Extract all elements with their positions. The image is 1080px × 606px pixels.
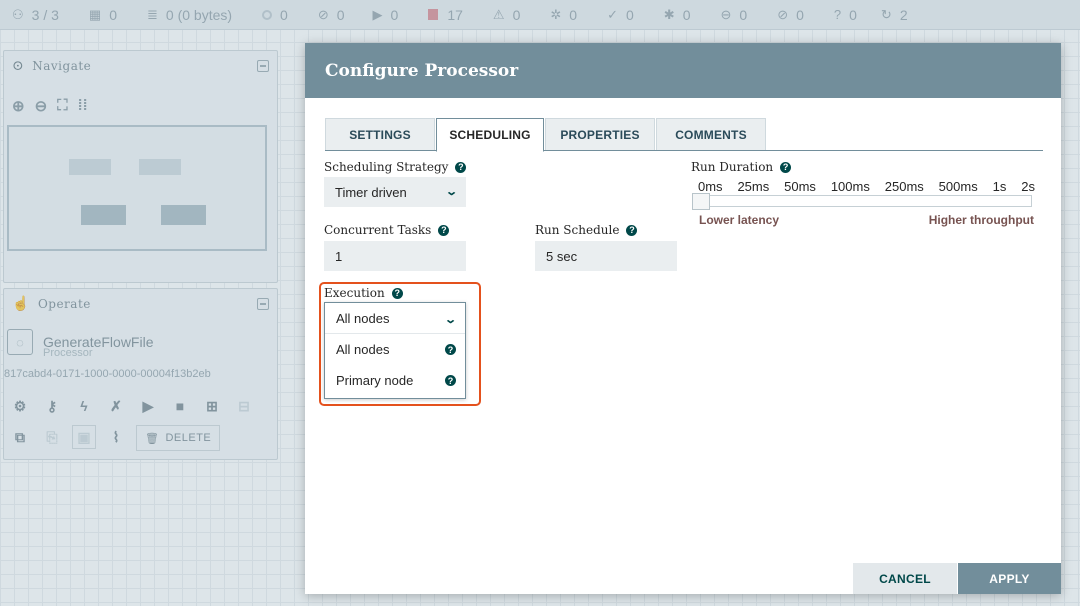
run-duration-tick: 50ms bbox=[784, 179, 816, 194]
run-duration-tick: 250ms bbox=[884, 179, 924, 194]
dialog-tabs: SETTINGS SCHEDULING PROPERTIES COMMENTS bbox=[325, 118, 1043, 152]
tab-properties[interactable]: PROPERTIES bbox=[545, 118, 655, 150]
run-duration-tick: 2s bbox=[1021, 179, 1035, 194]
concurrent-tasks-input[interactable]: 1 bbox=[324, 241, 466, 271]
help-icon[interactable]: ? bbox=[445, 375, 456, 386]
concurrent-tasks-label: Concurrent Tasks? bbox=[324, 223, 450, 237]
run-duration-slider[interactable] bbox=[692, 195, 1032, 207]
run-schedule-input[interactable]: 5 sec bbox=[535, 241, 677, 271]
run-duration-tick: 0ms bbox=[698, 179, 723, 194]
run-duration-tick: 100ms bbox=[830, 179, 870, 194]
scheduling-strategy-select[interactable]: Timer driven ⌄ bbox=[324, 177, 466, 207]
run-duration-label: Run Duration? bbox=[691, 160, 792, 174]
help-icon[interactable]: ? bbox=[438, 224, 450, 236]
help-icon[interactable]: ? bbox=[455, 161, 467, 173]
help-icon[interactable]: ? bbox=[780, 161, 792, 173]
help-icon[interactable]: ? bbox=[626, 224, 638, 236]
execution-option-primary-node[interactable]: Primary node ? bbox=[325, 365, 465, 396]
execution-dropdown[interactable]: All nodes ⌄ All nodes ? Primary node ? bbox=[324, 302, 466, 399]
higher-throughput-label: Higher throughput bbox=[928, 213, 1034, 227]
execution-option-all-nodes[interactable]: All nodes ? bbox=[325, 334, 465, 365]
scheduling-strategy-label: Scheduling Strategy? bbox=[324, 160, 467, 174]
dialog-title: Configure Processor bbox=[305, 43, 1061, 98]
run-duration-tick: 25ms bbox=[737, 179, 770, 194]
execution-label: Execution? bbox=[324, 286, 403, 300]
tab-settings[interactable]: SETTINGS bbox=[325, 118, 435, 150]
configure-processor-dialog: Configure Processor SETTINGS SCHEDULING … bbox=[305, 43, 1061, 594]
run-duration-tick: 500ms bbox=[938, 179, 978, 194]
run-duration-tick: 1s bbox=[992, 179, 1007, 194]
run-schedule-label: Run Schedule? bbox=[535, 223, 638, 237]
chevron-down-icon: ⌄ bbox=[444, 186, 458, 198]
lower-latency-label: Lower latency bbox=[699, 213, 780, 227]
help-icon[interactable]: ? bbox=[445, 344, 456, 355]
chevron-down-icon: ⌄ bbox=[443, 314, 457, 326]
cancel-button[interactable]: CANCEL bbox=[853, 563, 957, 594]
run-duration-slider-handle[interactable] bbox=[692, 193, 710, 210]
tab-comments[interactable]: COMMENTS bbox=[656, 118, 766, 150]
run-duration-ticks: 0ms 25ms 50ms 100ms 250ms 500ms 1s 2s bbox=[698, 179, 1035, 194]
help-icon[interactable]: ? bbox=[391, 287, 403, 299]
apply-button[interactable]: APPLY bbox=[958, 563, 1061, 594]
execution-selected-value[interactable]: All nodes ⌄ bbox=[325, 303, 465, 334]
tab-scheduling[interactable]: SCHEDULING bbox=[436, 118, 544, 152]
